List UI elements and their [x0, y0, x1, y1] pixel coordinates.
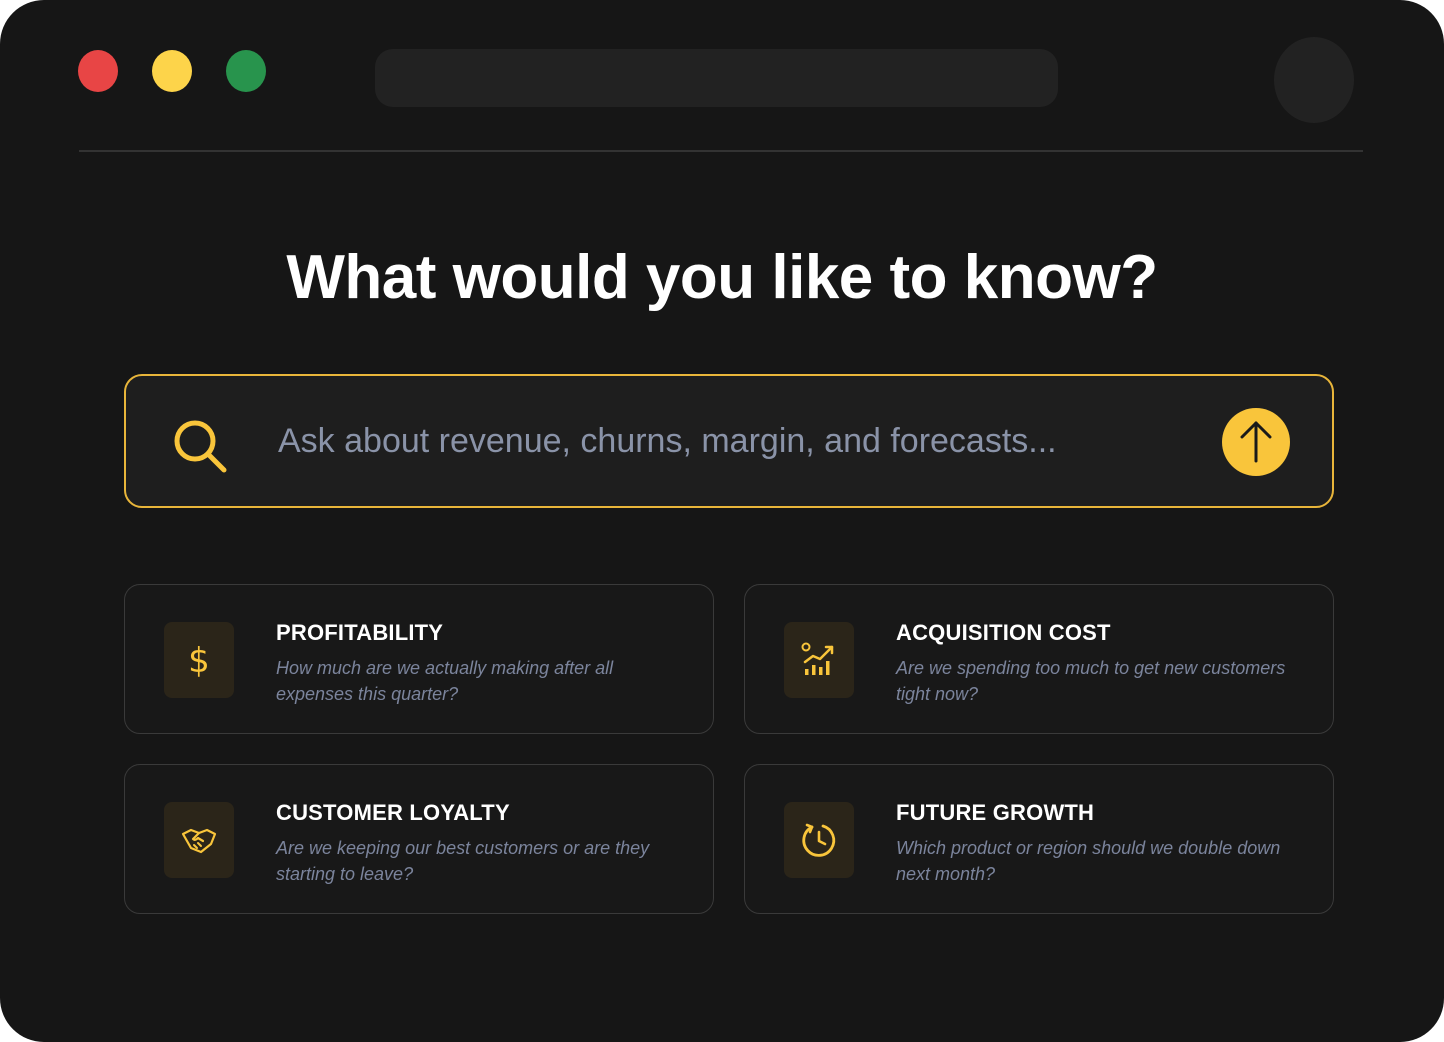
divider — [79, 150, 1363, 152]
card-title: CUSTOMER LOYALTY — [276, 800, 510, 825]
arrow-up-icon — [1240, 421, 1272, 463]
card-description: How much are we actually making after al… — [276, 658, 614, 704]
svg-text:$: $ — [188, 642, 210, 678]
suggestion-card-customer-loyalty[interactable]: CUSTOMER LOYALTY Are we keeping our best… — [124, 764, 714, 914]
minimize-window-button[interactable] — [152, 50, 192, 92]
card-title: PROFITABILITY — [276, 620, 444, 645]
card-description: Which product or region should we double… — [896, 838, 1281, 884]
card-icon-box: $ — [164, 622, 234, 698]
card-description: Are we keeping our best customers or are… — [276, 838, 650, 884]
card-title: ACQUISITION COST — [896, 620, 1111, 645]
maximize-window-button[interactable] — [226, 50, 266, 92]
card-icon-box — [784, 802, 854, 878]
chart-growth-icon — [801, 642, 834, 675]
search-input[interactable] — [276, 406, 1176, 476]
handshake-icon — [181, 828, 217, 854]
suggestion-card-future-growth[interactable]: FUTURE GROWTH Which product or region sh… — [744, 764, 1334, 914]
card-title: FUTURE GROWTH — [896, 800, 1095, 825]
card-icon-box — [164, 802, 234, 878]
suggestion-card-profitability[interactable]: $ PROFITABILITY How much are we actually… — [124, 584, 714, 734]
suggestion-card-acquisition-cost[interactable]: ACQUISITION COST Are we spending too muc… — [744, 584, 1334, 734]
search-icon — [174, 420, 227, 473]
card-icon-box — [784, 622, 854, 698]
address-bar[interactable] — [375, 49, 1058, 107]
page-title: What would you like to know? — [286, 243, 1158, 312]
submit-button[interactable] — [1222, 408, 1290, 476]
clock-refresh-icon — [802, 823, 836, 857]
browser-window: What would you like to know? $ PROFITABI… — [0, 0, 1444, 1042]
close-window-button[interactable] — [78, 50, 118, 92]
search-bar — [124, 374, 1334, 508]
profile-avatar[interactable] — [1274, 37, 1354, 123]
card-description: Are we spending too much to get new cust… — [896, 658, 1286, 704]
dollar-icon: $ — [188, 642, 210, 678]
